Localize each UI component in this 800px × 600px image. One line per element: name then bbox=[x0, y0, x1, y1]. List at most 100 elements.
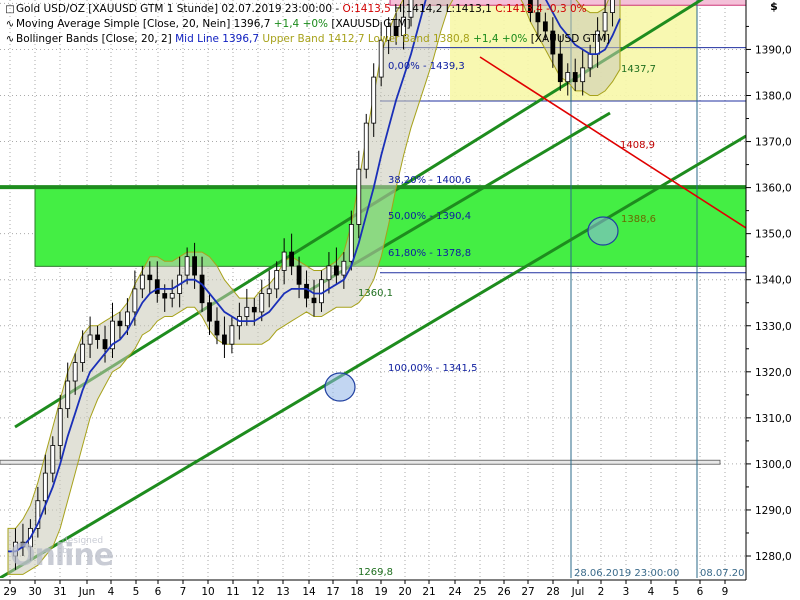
time-axis-label: 20 bbox=[398, 586, 411, 598]
legend-bb-bands: Upper Band 1412,7 Lower Band 1380,8 bbox=[262, 33, 474, 45]
price-axis-label: 1390,0 bbox=[755, 44, 792, 56]
candle-body bbox=[80, 343, 86, 363]
price-axis-label: 1310,0 bbox=[755, 413, 792, 425]
candle-body bbox=[251, 306, 257, 313]
label-fib-382: 38,20% - 1400,6 bbox=[388, 175, 471, 186]
time-axis-label: 28 bbox=[546, 586, 559, 598]
time-axis-label: 4 bbox=[648, 586, 655, 598]
candle-body bbox=[266, 288, 272, 294]
label-1408: 1408,9 bbox=[620, 140, 655, 151]
highlight-circle-2 bbox=[587, 216, 619, 246]
legend-ma-text: Moving Average Simple [Close, 20, Nein] … bbox=[16, 18, 274, 30]
date-marker-label-2: 08.07.201 bbox=[700, 568, 751, 579]
candle-body bbox=[147, 274, 153, 281]
time-axis-label: 18 bbox=[350, 586, 363, 598]
candle-body bbox=[184, 256, 190, 276]
candle-body bbox=[50, 445, 56, 474]
time-axis-label: 17 bbox=[326, 586, 339, 598]
time-axis-label: 14 bbox=[302, 586, 316, 598]
time-axis-label: 19 bbox=[374, 586, 387, 598]
price-axis-label: 1300,0 bbox=[755, 459, 792, 471]
candle-body bbox=[557, 53, 563, 83]
price-chart[interactable]: 0,00% - 1439,3 38,20% - 1400,6 50,00% - 13… bbox=[0, 0, 800, 600]
candle-body bbox=[296, 265, 302, 285]
candle-body bbox=[572, 72, 578, 83]
legend-bb-source: [XAUUSD GTM] bbox=[527, 33, 610, 45]
price-axis-label: 1320,0 bbox=[755, 367, 792, 379]
label-fib-100: 100,00% - 1341,5 bbox=[388, 363, 477, 374]
candle-body bbox=[244, 306, 250, 317]
candle-body bbox=[610, 0, 615, 14]
legend-bb-mid: Mid Line 1396,7 bbox=[175, 33, 263, 45]
time-axis-label: 12 bbox=[251, 586, 264, 598]
label-1360: 1360,1 bbox=[358, 288, 393, 299]
candle-body bbox=[222, 334, 227, 345]
line-indicator-icon: ∿ bbox=[5, 19, 15, 30]
candle-body bbox=[371, 76, 377, 124]
price-axis-label: 1340,0 bbox=[755, 275, 792, 287]
candle-body bbox=[281, 251, 287, 271]
legend-instrument-line[interactable]: □Gold USD/OZ [XAUUSD GTM 1 Stunde] 02.07… bbox=[4, 2, 610, 17]
time-axis-label: 5 bbox=[133, 586, 140, 598]
candle-body bbox=[42, 472, 48, 502]
candle-body bbox=[326, 265, 332, 281]
price-axis-label: 1360,0 bbox=[755, 183, 792, 195]
time-axis-label: 3 bbox=[623, 586, 630, 598]
time-axis-label: Jul bbox=[571, 586, 585, 598]
time-axis-label: Jun bbox=[78, 586, 95, 598]
time-axis-label: 9 bbox=[722, 586, 729, 598]
time-axis-label: 7 bbox=[180, 586, 187, 598]
candle-body bbox=[192, 256, 197, 276]
time-axis-label: 5 bbox=[673, 586, 680, 598]
time-axis-label: 13 bbox=[276, 586, 289, 598]
candle-body bbox=[274, 270, 280, 290]
label-fib-618: 61,80% - 1378,8 bbox=[388, 248, 471, 259]
legend-bollinger-line[interactable]: ∿ Bollinger Bands [Close, 20, 2] Mid Line… bbox=[4, 32, 610, 47]
price-axis-label: 1290,0 bbox=[755, 505, 792, 517]
legend-ma-change: +1,4 +0% bbox=[273, 18, 329, 30]
label-1269: 1269,8 bbox=[358, 567, 393, 578]
legend-bb-text: Bollinger Bands [Close, 20, 2] bbox=[16, 33, 176, 45]
candle-body bbox=[565, 72, 571, 83]
price-axis-label: 1380,0 bbox=[755, 91, 792, 103]
time-axis-label: 26 bbox=[497, 586, 511, 598]
candle-body bbox=[154, 279, 160, 294]
legend-ma-line[interactable]: ∿ Moving Average Simple [Close, 20, Nein]… bbox=[4, 17, 610, 32]
candle-body bbox=[207, 302, 212, 322]
date-marker-label-1: 28.06.2019 23:00:00 bbox=[574, 568, 679, 579]
plot-area bbox=[0, 0, 746, 578]
price-axis-label: 1350,0 bbox=[755, 229, 792, 241]
candle-body bbox=[333, 265, 339, 276]
time-axis-label: 10 bbox=[201, 586, 214, 598]
candle-body bbox=[102, 339, 108, 350]
legend-bb-change: +1,4 +0% bbox=[473, 33, 528, 45]
candle-body bbox=[95, 334, 100, 340]
time-axis-label: 29 bbox=[3, 586, 16, 598]
candle-body bbox=[132, 288, 138, 313]
bands-indicator-icon: ∿ bbox=[5, 34, 15, 45]
candle-body bbox=[87, 334, 93, 345]
time-axis-label: 4 bbox=[108, 586, 115, 598]
time-axis-label: 24 bbox=[448, 586, 462, 598]
chart-window: 0,00% - 1439,3 38,20% - 1400,6 50,00% - 13… bbox=[0, 0, 800, 600]
chart-legend: □Gold USD/OZ [XAUUSD GTM 1 Stunde] 02.07… bbox=[4, 2, 610, 47]
candle-body bbox=[139, 274, 145, 290]
candle-body bbox=[356, 168, 362, 225]
time-axis-label: 11 bbox=[226, 586, 239, 598]
candle-icon: □ bbox=[5, 4, 15, 15]
candle-body bbox=[311, 297, 317, 304]
watermark-small-text: designed by bbox=[62, 536, 104, 556]
label-1388: 1388,6 bbox=[621, 214, 656, 225]
label-fib-0: 0,00% - 1439,3 bbox=[388, 61, 465, 72]
currency-label: $ bbox=[770, 0, 778, 13]
candle-body bbox=[57, 408, 63, 446]
candle-body bbox=[348, 224, 354, 262]
candle-body bbox=[319, 279, 324, 304]
candle-body bbox=[65, 380, 71, 410]
price-axis-label: 1280,0 bbox=[755, 551, 792, 563]
price-axis-label: 1370,0 bbox=[755, 137, 792, 149]
candle-body bbox=[587, 53, 593, 69]
candle-body bbox=[125, 311, 130, 327]
label-fib-50: 50,00% - 1390,4 bbox=[388, 211, 471, 222]
candle-body bbox=[580, 67, 586, 83]
